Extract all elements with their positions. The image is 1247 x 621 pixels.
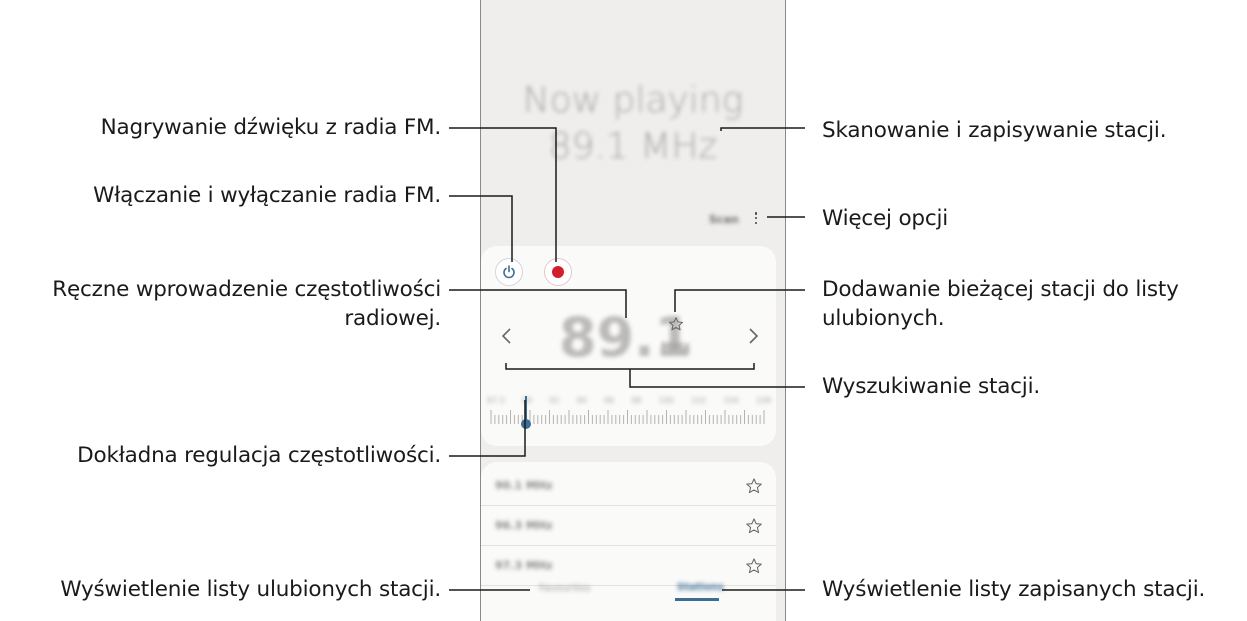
callout-scan-save: Skanowanie i zapisywanie stacji. <box>822 118 1167 143</box>
callout-add-favourite: Dodawanie bieżącej stacji do listy ulubi… <box>822 277 1179 331</box>
callout-favourites-list: Wyświetlenie listy ulubionych stacji. <box>60 577 441 602</box>
callout-saved-list: Wyświetlenie listy zapisanych stacji. <box>822 577 1206 602</box>
callout-power: Włączanie i wyłączanie radia FM. <box>93 183 441 208</box>
callout-fine-tune: Dokładna regulacja częstotliwości. <box>77 443 441 468</box>
callout-manual-frequency: Ręczne wprowadzenie częstotliwości radio… <box>52 277 441 331</box>
callout-more-options: Więcej opcji <box>822 206 949 231</box>
callout-record: Nagrywanie dźwięku z radia FM. <box>100 115 442 140</box>
callout-search-stations: Wyszukiwanie stacji. <box>822 374 1040 399</box>
